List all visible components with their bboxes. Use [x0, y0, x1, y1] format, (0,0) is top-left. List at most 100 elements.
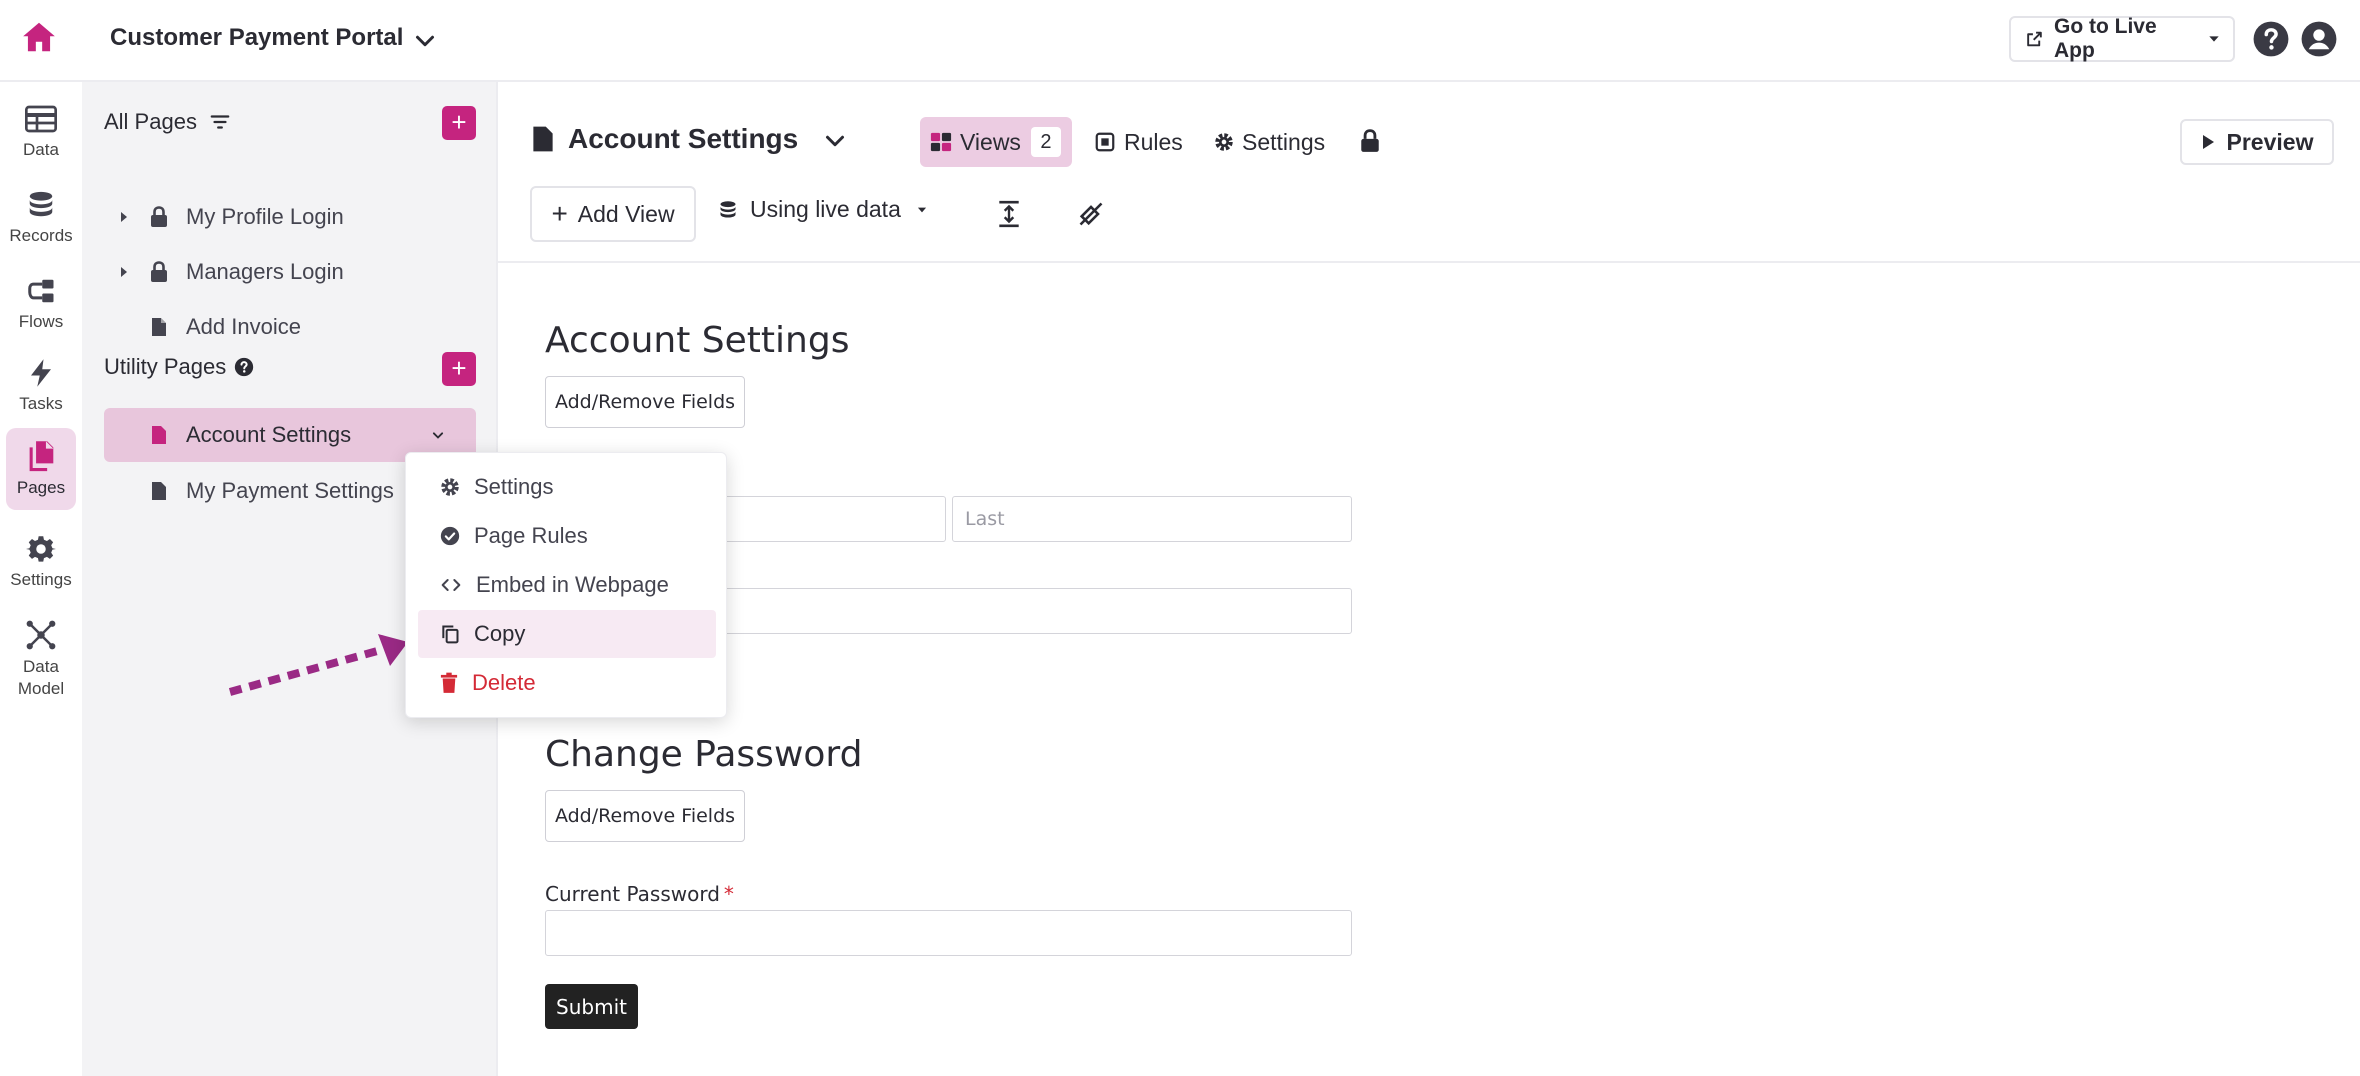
rail-label-records: Records	[9, 226, 73, 245]
chevron-down-icon[interactable]	[820, 126, 850, 156]
menu-item-label: Copy	[474, 621, 526, 646]
email-input[interactable]	[720, 588, 1352, 634]
filter-icon[interactable]	[209, 111, 231, 133]
vertical-spacing-icon[interactable]	[996, 200, 1022, 228]
page-icon	[152, 482, 166, 500]
rules-icon	[1095, 132, 1115, 152]
annotation-arrow	[228, 634, 408, 696]
live-app-dropdown-button[interactable]	[2195, 16, 2235, 62]
tab-settings-label: Settings	[1242, 128, 1326, 155]
gear-icon	[1215, 133, 1233, 151]
submit-button[interactable]: Submit	[545, 984, 638, 1029]
add-view-button[interactable]: + Add View	[530, 186, 696, 242]
account-icon[interactable]	[2300, 20, 2338, 58]
rail-label-tasks: Tasks	[19, 394, 63, 413]
menu-item-embed-in-webpage[interactable]: Embed in Webpage	[418, 561, 716, 609]
tree-item-label: My Payment Settings	[186, 478, 394, 503]
caret-down-icon	[917, 207, 926, 212]
help-icon[interactable]	[2252, 20, 2290, 58]
copy-icon	[442, 625, 459, 644]
lock-icon[interactable]	[1360, 129, 1380, 153]
lock-icon	[151, 261, 167, 282]
tree-item-my-profile-login[interactable]: My Profile Login	[104, 190, 476, 244]
first-name-input[interactable]	[720, 496, 946, 542]
rail-item-tasks[interactable]: Tasks	[6, 350, 76, 416]
rail-label-data-model: Data Model	[17, 657, 65, 698]
lightning-icon	[31, 359, 51, 387]
menu-item-label: Embed in Webpage	[476, 572, 669, 597]
tab-settings[interactable]: Settings	[1214, 117, 1325, 167]
menu-item-page-rules[interactable]: Page Rules	[418, 512, 716, 560]
chevron-down-icon[interactable]	[428, 425, 448, 445]
page-title-text: Account Settings	[568, 123, 799, 154]
rail-item-records[interactable]: Records	[6, 182, 76, 248]
add-utility-page-button[interactable]: +	[442, 352, 476, 386]
play-icon	[2202, 135, 2214, 149]
app-title[interactable]: Customer Payment Portal	[110, 24, 403, 52]
tree-item-add-invoice[interactable]: Add Invoice	[104, 300, 476, 354]
check-circle-icon	[440, 526, 460, 546]
chevron-down-icon[interactable]	[410, 26, 440, 56]
plus-icon: +	[551, 198, 568, 229]
rail-item-pages[interactable]: Pages	[6, 428, 76, 510]
left-rail: Data Records Flows Tasks Pages Settings …	[0, 82, 82, 1076]
rail-label-data: Data	[23, 140, 59, 159]
page-context-menu: Settings Page Rules Embed in Webpage Cop…	[405, 452, 727, 718]
all-pages-label: All Pages	[104, 109, 197, 134]
menu-item-label: Settings	[474, 474, 554, 499]
rail-label-pages: Pages	[16, 478, 66, 497]
top-bar: Customer Payment Portal Go to Live App	[0, 0, 2360, 82]
views-icon	[930, 132, 952, 152]
tree-item-label: Account Settings	[186, 422, 352, 447]
page-icon	[533, 126, 553, 152]
menu-item-settings[interactable]: Settings	[418, 463, 716, 511]
page-title: Account Settings	[532, 123, 798, 155]
code-icon	[441, 579, 461, 591]
add-page-button[interactable]: +	[442, 106, 476, 140]
external-link-icon	[2027, 31, 2042, 47]
caret-down-icon	[2209, 36, 2219, 42]
rail-item-settings[interactable]: Settings	[6, 526, 76, 592]
page-icon	[152, 318, 166, 336]
rail-item-data[interactable]: Data	[6, 96, 76, 162]
add-view-label: Add View	[577, 200, 675, 227]
menu-item-copy[interactable]: Copy	[418, 610, 716, 658]
caret-right-icon[interactable]	[119, 266, 129, 278]
live-data-dropdown[interactable]: Using live data	[718, 196, 941, 223]
current-password-label: Current Password *	[545, 882, 734, 906]
current-password-input[interactable]	[545, 910, 1352, 956]
lock-icon	[151, 206, 167, 227]
page-icon	[152, 426, 166, 444]
preview-label: Preview	[2226, 128, 2314, 155]
tree-item-managers-login[interactable]: Managers Login	[104, 245, 476, 299]
tab-rules[interactable]: Rules	[1094, 117, 1183, 167]
go-to-live-app-label: Go to Live App	[2053, 15, 2157, 62]
menu-item-label: Page Rules	[474, 523, 588, 548]
all-pages-header: All Pages	[104, 109, 231, 135]
section-title-account-settings: Account Settings	[545, 320, 850, 361]
last-placeholder: Last	[965, 508, 1005, 530]
database-icon	[720, 200, 736, 217]
required-marker: *	[723, 882, 734, 906]
no-style-icon[interactable]	[1077, 200, 1105, 228]
add-remove-fields-button[interactable]: Add/Remove Fields	[545, 790, 745, 842]
rail-item-data-model[interactable]: Data Model	[6, 612, 76, 704]
tree-item-label: Managers Login	[186, 259, 344, 284]
home-icon[interactable]	[20, 18, 58, 56]
data-model-icon	[26, 620, 56, 650]
add-remove-fields-button[interactable]: Add/Remove Fields	[545, 376, 745, 428]
menu-item-delete[interactable]: Delete	[418, 659, 716, 707]
views-count-badge: 2	[1030, 127, 1061, 157]
preview-button[interactable]: Preview	[2180, 119, 2334, 165]
last-name-input[interactable]: Last	[952, 496, 1352, 542]
utility-pages-label: Utility Pages	[104, 354, 227, 379]
gear-icon	[26, 536, 56, 562]
flows-icon	[28, 279, 54, 303]
help-icon[interactable]	[234, 357, 254, 377]
tab-views[interactable]: Views 2	[920, 117, 1072, 167]
section-title-change-password: Change Password	[545, 734, 863, 775]
header-divider	[498, 261, 2360, 263]
go-to-live-app-button[interactable]: Go to Live App	[2009, 15, 2197, 62]
caret-right-icon[interactable]	[119, 211, 129, 223]
rail-item-flows[interactable]: Flows	[6, 268, 76, 334]
